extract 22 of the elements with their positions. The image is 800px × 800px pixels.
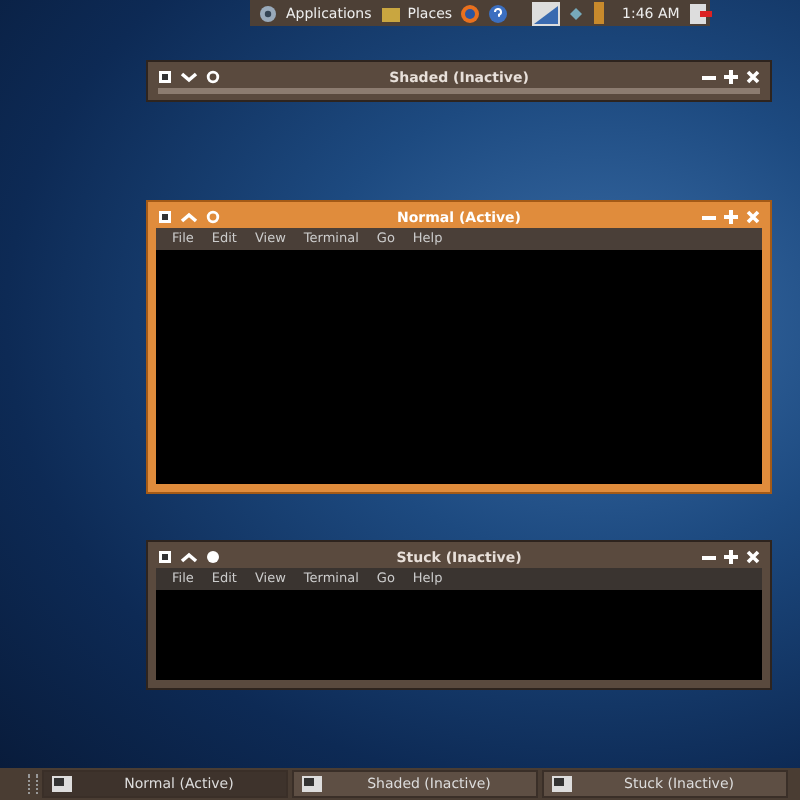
close-icon[interactable] xyxy=(746,550,760,564)
chevron-down-icon[interactable] xyxy=(180,70,198,84)
terminal-icon xyxy=(552,776,572,792)
minimize-icon[interactable] xyxy=(702,70,716,84)
globe-icon[interactable] xyxy=(460,3,481,23)
panel-handle[interactable] xyxy=(28,774,38,794)
battery-icon[interactable] xyxy=(592,2,607,24)
window-menu-icon[interactable] xyxy=(158,70,172,84)
maximize-icon[interactable] xyxy=(724,70,738,84)
help-icon[interactable] xyxy=(488,3,509,23)
graph-icon[interactable] xyxy=(532,1,561,25)
maximize-icon[interactable] xyxy=(724,550,738,564)
close-icon[interactable] xyxy=(746,70,760,84)
window-menu-icon[interactable] xyxy=(158,550,172,564)
folder-icon[interactable] xyxy=(379,3,400,23)
terminal-icon xyxy=(52,776,72,792)
chevron-up-icon[interactable] xyxy=(180,550,198,564)
ring-icon[interactable] xyxy=(206,70,220,84)
filled-circle-icon[interactable] xyxy=(206,550,220,564)
minimize-icon[interactable] xyxy=(702,550,716,564)
terminal-icon xyxy=(302,776,322,792)
window-menu-icon[interactable] xyxy=(158,210,172,224)
